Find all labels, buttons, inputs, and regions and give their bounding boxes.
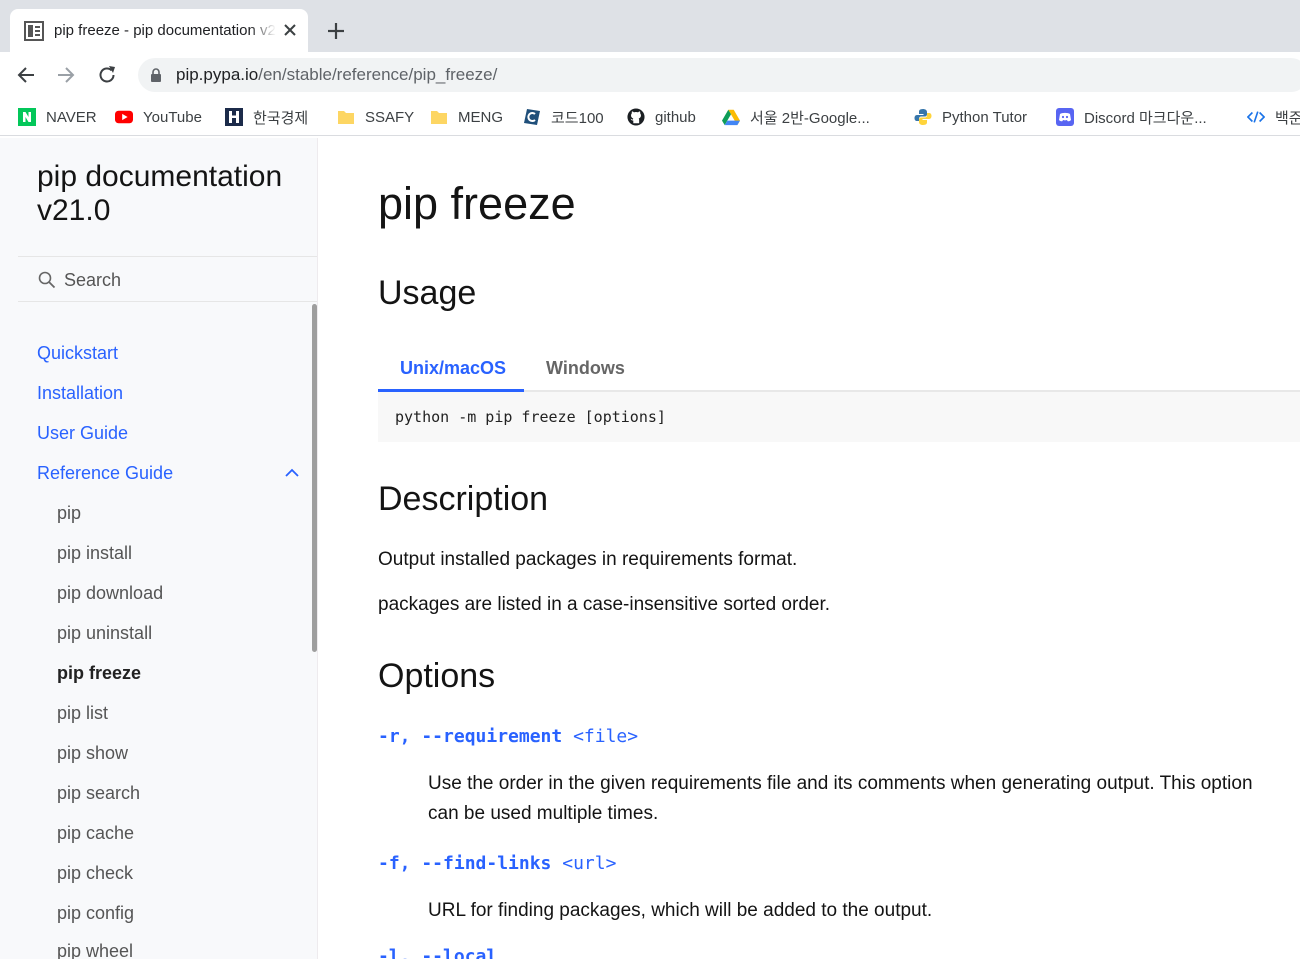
option-requirement-desc: Use the order in the given requirements … bbox=[428, 773, 1253, 824]
description-text-2: packages are listed in a case-insensitiv… bbox=[378, 594, 831, 615]
pip-docs-favicon-icon bbox=[24, 21, 44, 41]
bookmark-label: github bbox=[655, 108, 696, 126]
bookmark-label: 코드100 bbox=[551, 109, 604, 127]
hankyung-icon bbox=[225, 108, 243, 126]
bookmark-label: 백준 bbox=[1275, 109, 1300, 127]
browser-toolbar: pip.pypa.io/en/stable/reference/pip_free… bbox=[0, 52, 1300, 98]
option-flag: -r, --requirement bbox=[378, 726, 563, 747]
search-input[interactable] bbox=[64, 266, 304, 294]
search-box bbox=[18, 256, 317, 302]
description-heading: Description bbox=[378, 480, 549, 518]
address-bar[interactable]: pip.pypa.io/en/stable/reference/pip_free… bbox=[138, 58, 1300, 92]
python-icon bbox=[914, 108, 932, 126]
bookmark-discord[interactable]: Discord 마크다운... bbox=[1056, 106, 1207, 128]
sidebar-item-installation[interactable]: Installation bbox=[37, 383, 123, 404]
url-path: /en/stable/reference/pip_freeze/ bbox=[258, 65, 498, 84]
bookmark-ssafy[interactable]: SSAFY bbox=[337, 106, 414, 128]
bookmark-label: MENG bbox=[458, 108, 503, 126]
close-tab-icon[interactable] bbox=[280, 20, 300, 40]
os-tabs: Unix/macOS Windows bbox=[378, 350, 1300, 392]
chevron-up-icon[interactable] bbox=[284, 465, 300, 481]
main-content: pip freeze Usage Unix/macOS Windows pyth… bbox=[318, 138, 1300, 959]
docs-sidebar: pip documentation v21.0 Quickstart Insta… bbox=[0, 138, 318, 959]
forward-arrow-icon[interactable] bbox=[55, 64, 77, 86]
bookmark-code100[interactable]: 코드100 bbox=[523, 106, 604, 128]
sidebar-item-pip-search[interactable]: pip search bbox=[57, 783, 140, 804]
sidebar-item-pip-uninstall[interactable]: pip uninstall bbox=[57, 623, 152, 644]
option-arg: <url> bbox=[562, 853, 617, 874]
naver-icon bbox=[18, 108, 36, 126]
bookmark-label: 서울 2반-Google... bbox=[750, 109, 870, 127]
sidebar-item-pip-download[interactable]: pip download bbox=[57, 583, 163, 604]
search-icon bbox=[38, 271, 56, 289]
sidebar-item-pip-check[interactable]: pip check bbox=[57, 863, 133, 884]
bookmark-hankyung[interactable]: 한국경제 bbox=[225, 106, 308, 128]
options-heading: Options bbox=[378, 657, 496, 695]
usage-heading: Usage bbox=[378, 274, 477, 312]
sidebar-item-pip-cache[interactable]: pip cache bbox=[57, 823, 134, 844]
bookmark-meng[interactable]: MENG bbox=[430, 106, 503, 128]
reload-icon[interactable] bbox=[96, 64, 118, 86]
code100-icon bbox=[523, 108, 541, 126]
usage-code-block: python -m pip freeze [options] bbox=[378, 392, 1300, 442]
github-icon bbox=[627, 108, 645, 126]
google-drive-icon bbox=[722, 108, 740, 126]
bookmark-github[interactable]: github bbox=[627, 106, 696, 128]
browser-tab-active[interactable]: pip freeze - pip documentation v21.0 bbox=[10, 9, 308, 52]
lock-icon[interactable] bbox=[150, 68, 162, 82]
bookmark-label: Python Tutor bbox=[942, 108, 1028, 126]
tab-windows[interactable]: Windows bbox=[546, 358, 625, 379]
option-local[interactable]: -l, --local bbox=[378, 946, 497, 959]
description-text-1: Output installed packages in requirement… bbox=[378, 549, 798, 570]
sidebar-item-reference-guide[interactable]: Reference Guide bbox=[37, 463, 173, 484]
option-flag: -f, --find-links bbox=[378, 853, 552, 874]
bookmark-label: 한국경제 bbox=[253, 109, 309, 127]
sidebar-item-quickstart[interactable]: Quickstart bbox=[37, 343, 118, 364]
sidebar-item-pip-install[interactable]: pip install bbox=[57, 543, 132, 564]
tab-strip: pip freeze - pip documentation v21.0 bbox=[0, 0, 1300, 52]
option-flag: -l, --local bbox=[378, 946, 498, 959]
folder-icon bbox=[337, 108, 355, 126]
bookmark-label: Discord 마크다운... bbox=[1084, 109, 1207, 127]
url-host: pip.pypa.io bbox=[176, 65, 259, 84]
bookmark-google-drive[interactable]: 서울 2반-Google... bbox=[722, 106, 870, 128]
sidebar-item-pip-wheel[interactable]: pip wheel bbox=[57, 941, 133, 959]
option-find-links-desc: URL for finding packages, which will be … bbox=[428, 900, 933, 921]
bookmarks-bar: NAVER YouTube 한국경제 SSAFY MENG 코드100 gith… bbox=[0, 98, 1300, 136]
sidebar-item-pip-show[interactable]: pip show bbox=[57, 743, 128, 764]
bookmark-python-tutor[interactable]: Python Tutor bbox=[914, 106, 1027, 128]
bookmark-label: NAVER bbox=[46, 108, 97, 126]
option-arg: <file> bbox=[573, 726, 639, 747]
youtube-icon bbox=[115, 108, 133, 126]
discord-icon bbox=[1056, 108, 1074, 126]
sidebar-scrollbar[interactable] bbox=[312, 304, 317, 652]
tab-unix-macos[interactable]: Unix/macOS bbox=[400, 358, 506, 379]
browser-tab-title: pip freeze - pip documentation v21.0 bbox=[54, 22, 276, 39]
page-title: pip freeze bbox=[378, 178, 576, 229]
sidebar-item-user-guide[interactable]: User Guide bbox=[37, 423, 128, 444]
sidebar-item-pip-config[interactable]: pip config bbox=[57, 903, 134, 924]
bookmark-naver[interactable]: NAVER bbox=[18, 106, 97, 128]
url-text: pip.pypa.io/en/stable/reference/pip_free… bbox=[176, 65, 497, 85]
option-find-links[interactable]: -f, --find-links <url> bbox=[378, 853, 616, 874]
sidebar-item-pip-freeze[interactable]: pip freeze bbox=[57, 663, 141, 684]
bookmark-baekjoon[interactable]: 백준 bbox=[1247, 106, 1300, 128]
bookmark-youtube[interactable]: YouTube bbox=[115, 106, 202, 128]
site-brand[interactable]: pip documentation v21.0 bbox=[37, 160, 307, 228]
bookmark-label: YouTube bbox=[143, 108, 202, 126]
code-icon bbox=[1247, 108, 1265, 126]
folder-icon bbox=[430, 108, 448, 126]
option-requirement[interactable]: -r, --requirement <file> bbox=[378, 726, 638, 747]
back-arrow-icon[interactable] bbox=[15, 64, 37, 86]
sidebar-item-pip-list[interactable]: pip list bbox=[57, 703, 108, 724]
sidebar-item-pip[interactable]: pip bbox=[57, 503, 81, 524]
new-tab-icon[interactable] bbox=[325, 20, 347, 42]
bookmark-label: SSAFY bbox=[365, 108, 415, 126]
